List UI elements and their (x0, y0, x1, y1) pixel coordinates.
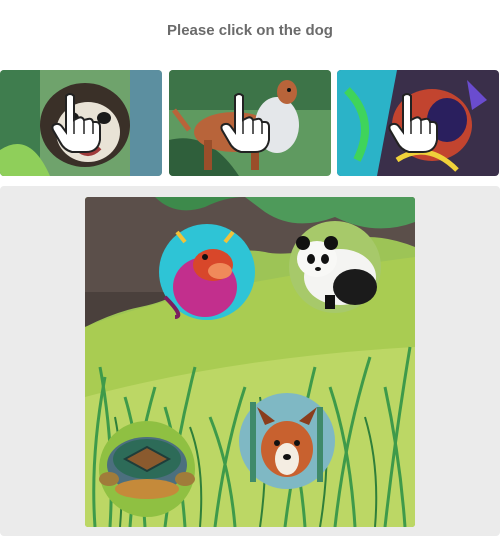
captcha-prompt: Please click on the dog (167, 22, 333, 39)
hand-pointer-icon (220, 93, 270, 153)
hand-pointer-icon (388, 93, 438, 153)
cow-image[interactable] (159, 224, 255, 320)
challenge-image[interactable] (85, 197, 415, 527)
panda-image[interactable] (289, 221, 381, 313)
turtle-image[interactable] (99, 421, 195, 517)
dog-image[interactable] (239, 393, 335, 489)
challenge-panel (0, 186, 500, 536)
example-tiles (0, 70, 500, 176)
example-tile-pug-dog (0, 70, 162, 176)
hand-pointer-icon (51, 93, 101, 153)
example-tile-brown-dog (169, 70, 331, 176)
example-tile-colorful-dog (337, 70, 499, 176)
